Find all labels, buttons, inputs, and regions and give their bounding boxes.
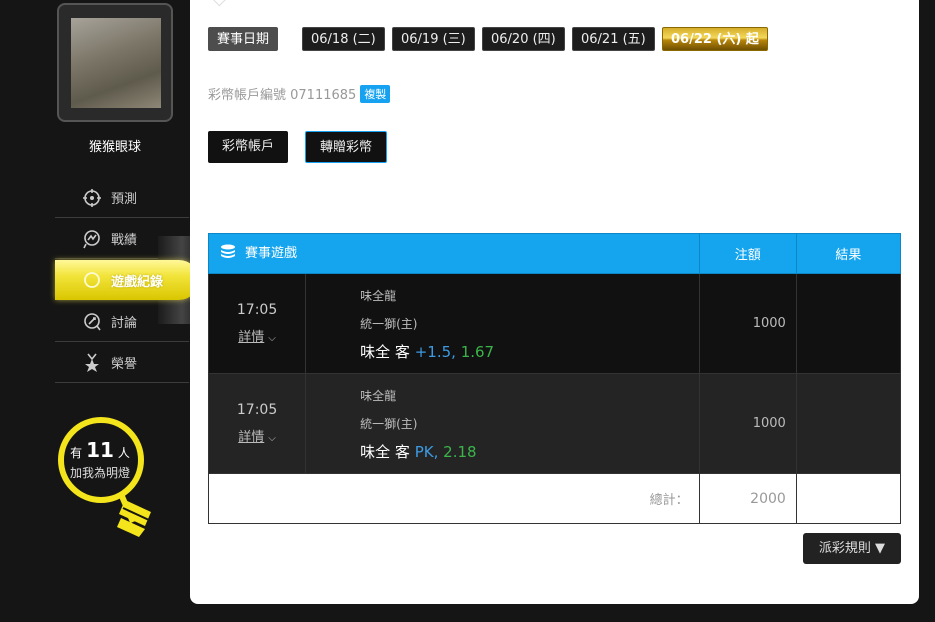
details-label: 詳情 xyxy=(238,430,265,445)
account-number-row: 彩幣帳戶編號 07111685 複製 xyxy=(208,84,391,103)
table-row: 17:05 詳情 ⌵ 味全龍 統一獅(主) 味全 客 +1.5, 1.67 100… xyxy=(207,273,902,374)
wallet-button[interactable]: 彩幣帳戶 xyxy=(208,131,289,163)
sidebar-item-label: 討論 xyxy=(111,316,138,331)
bet-result xyxy=(795,273,902,374)
bet-time-cell: 17:05 詳情 ⌵ xyxy=(207,273,307,374)
crosshair-icon xyxy=(81,187,103,209)
fan-count-prefix: 有 xyxy=(70,446,83,460)
chevron-down-icon: ⌵ xyxy=(268,433,276,444)
sidebar-item-discussion[interactable]: 討論 xyxy=(55,302,189,342)
fan-count-suffix: 人 xyxy=(117,446,130,460)
total-label: 總計： xyxy=(208,473,700,524)
main-panel: 賽事日期 06/18 (二) 06/19 (三) 06/20 (四) 06/21… xyxy=(190,0,919,604)
bet-amount: 1000 xyxy=(698,273,797,374)
pick-side: 客 xyxy=(394,442,410,461)
away-team: 味全龍 xyxy=(360,388,397,403)
details-label: 詳情 xyxy=(238,330,265,345)
sidebar-item-label: 戰績 xyxy=(111,233,138,248)
details-link[interactable]: 詳情 ⌵ xyxy=(238,326,276,345)
sidebar-item-label: 遊戲紀錄 xyxy=(111,274,164,290)
payout-rules-button[interactable]: 派彩規則 ▼ xyxy=(803,533,901,564)
table-row: 17:05 詳情 ⌵ 味全龍 統一獅(主) 味全 客 PK, 2.18 1000 xyxy=(207,373,902,474)
sidebar-item-label: 預測 xyxy=(111,192,138,207)
bet-pick: 味全 客 +1.5, 1.67 xyxy=(360,338,699,366)
date-button-0621[interactable]: 06/21 (五) xyxy=(572,27,655,51)
copy-button[interactable]: 複製 xyxy=(360,85,391,103)
pick-team: 味全 xyxy=(360,342,391,361)
pick-odds: 2.18 xyxy=(443,442,477,461)
date-label: 賽事日期 xyxy=(208,27,279,51)
chevron-down-icon: ⌵ xyxy=(268,333,276,344)
medal-icon xyxy=(81,352,103,374)
sidebar-item-predict[interactable]: 預測 xyxy=(55,178,189,218)
sidebar-item-game-record[interactable]: 遊戲紀錄 xyxy=(55,260,199,300)
total-row: 總計： 2000 xyxy=(208,473,902,524)
pick-team: 味全 xyxy=(360,442,391,461)
home-team: 統一獅(主) xyxy=(360,316,418,331)
transfer-coins-button[interactable]: 轉贈彩幣 xyxy=(305,131,388,163)
table-header-row: 賽事遊戲 注額 結果 xyxy=(208,233,902,274)
bet-time-cell: 17:05 詳情 ⌵ xyxy=(207,373,307,474)
fan-count: 有 11 人 xyxy=(55,438,145,462)
pick-handicap: +1.5, xyxy=(414,342,456,361)
header-result: 結果 xyxy=(795,233,902,274)
bet-table: 賽事遊戲 注額 結果 17:05 詳情 ⌵ 味全龍 統一獅(主) 味全 客 +1.… xyxy=(207,233,902,524)
avatar[interactable] xyxy=(57,3,173,122)
header-amount: 注額 xyxy=(698,233,797,274)
chart-icon xyxy=(81,228,103,250)
header-game-label: 賽事遊戲 xyxy=(245,246,298,261)
bet-time: 17:05 xyxy=(236,302,278,318)
pick-handicap: PK, xyxy=(414,442,439,461)
fan-count-number: 11 xyxy=(86,438,114,462)
away-team: 味全龍 xyxy=(360,288,397,303)
date-button-0618[interactable]: 06/18 (二) xyxy=(302,27,385,51)
record-icon xyxy=(81,269,103,291)
bet-result xyxy=(795,373,902,474)
sidebar-item-honor[interactable]: 榮譽 xyxy=(55,343,189,383)
discussion-icon xyxy=(81,311,103,333)
details-link[interactable]: 詳情 ⌵ xyxy=(238,426,276,445)
database-icon xyxy=(219,243,237,265)
pick-odds: 1.67 xyxy=(460,342,495,361)
bet-game-cell: 味全龍 統一獅(主) 味全 客 +1.5, 1.67 xyxy=(305,273,700,374)
total-value: 2000 xyxy=(698,473,797,524)
date-button-0622-active[interactable]: 06/22 (六) 起 xyxy=(662,27,768,51)
sidebar: 猴猴眼球 預測 戰績 遊戲紀錄 討論 榮譽 有 11 人 加我為明燈 xyxy=(0,0,199,622)
header-game: 賽事遊戲 xyxy=(208,233,700,274)
date-button-0619[interactable]: 06/19 (三) xyxy=(392,27,475,51)
avatar-image xyxy=(71,18,161,108)
home-team: 統一獅(主) xyxy=(360,416,418,431)
bet-pick: 味全 客 PK, 2.18 xyxy=(360,438,699,466)
sidebar-item-label: 榮譽 xyxy=(111,357,138,372)
total-result xyxy=(795,473,902,524)
bet-time: 17:05 xyxy=(236,402,278,418)
panel-notch xyxy=(213,0,230,7)
pick-side: 客 xyxy=(394,342,410,361)
bet-game-cell: 味全龍 統一獅(主) 味全 客 PK, 2.18 xyxy=(305,373,700,474)
account-number: 彩幣帳戶編號 07111685 xyxy=(208,88,357,103)
bet-amount: 1000 xyxy=(698,373,797,474)
fan-label: 加我為明燈 xyxy=(69,466,130,480)
date-button-0620[interactable]: 06/20 (四) xyxy=(482,27,565,51)
